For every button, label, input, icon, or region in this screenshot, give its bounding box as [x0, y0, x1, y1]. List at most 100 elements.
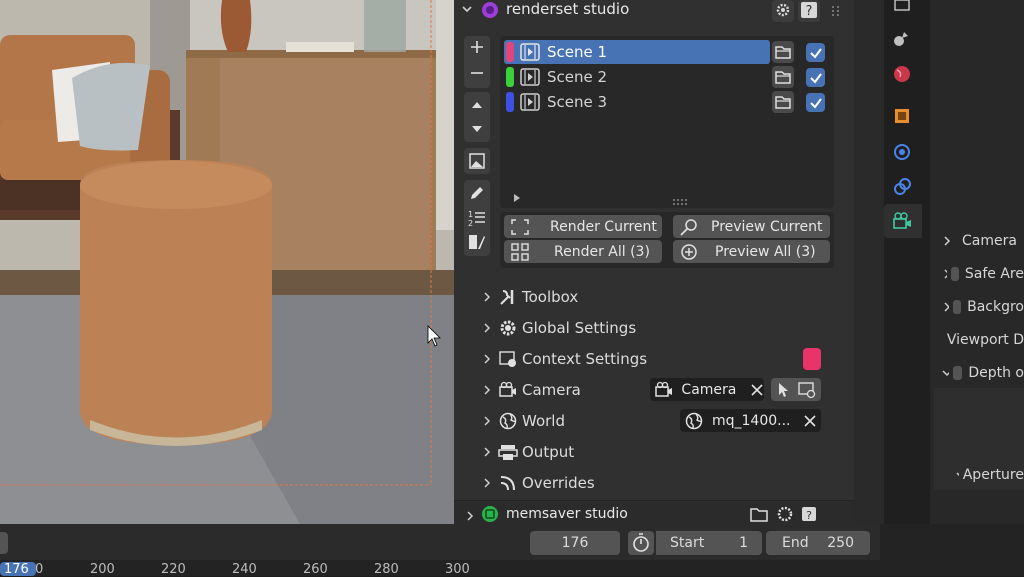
scene-clapper-icon [520, 68, 540, 86]
remove-scene-icon[interactable] [468, 64, 486, 82]
renderset-logo-icon [480, 0, 500, 20]
object-properties-icon[interactable] [892, 106, 912, 126]
scene-folder-icon[interactable] [772, 66, 794, 88]
svg-text:?: ? [806, 4, 813, 19]
section-output[interactable]: Output [480, 441, 574, 463]
camera-object-icon [655, 381, 672, 397]
current-frame-field[interactable]: 176 [530, 531, 620, 555]
render-all-button[interactable]: Render All (3) [504, 240, 662, 263]
chevron-down-icon [942, 369, 950, 376]
chevron-right-icon [484, 416, 491, 426]
checkbox[interactable] [952, 299, 962, 314]
end-value: 250 [827, 535, 854, 551]
printer-output-icon [498, 445, 518, 460]
chevron-right-icon [484, 323, 491, 333]
scene-enabled-checkbox[interactable] [806, 43, 825, 62]
memsaver-help-icon[interactable]: ? [799, 505, 819, 523]
scene-properties-icon[interactable] [892, 28, 912, 48]
brush-icon[interactable] [467, 232, 487, 252]
viewport-scene [0, 0, 454, 524]
camera-field-value: Camera [681, 381, 737, 398]
camera-field[interactable]: Camera [650, 378, 764, 401]
addon-help-icon[interactable]: ? [798, 0, 820, 22]
camera-data-properties-icon[interactable] [892, 211, 912, 231]
timeline-menu-edge[interactable] [0, 532, 8, 554]
section-label: World [522, 412, 565, 430]
list-filter-expand-icon[interactable] [512, 190, 522, 202]
memsaver-gear-icon[interactable] [775, 505, 795, 523]
context-color-swatch[interactable] [803, 348, 821, 370]
preview-all-button[interactable]: Preview All (3) [673, 240, 830, 263]
collapse-chevron-icon[interactable] [460, 2, 476, 18]
scene-folder-icon[interactable] [772, 41, 794, 63]
section-overrides[interactable]: Overrides [480, 472, 595, 494]
zoom-plus-icon [681, 243, 697, 260]
end-frame-field[interactable]: End 250 [766, 531, 870, 555]
scene-color-swatch[interactable] [506, 92, 514, 112]
scene-folder-icon[interactable] [772, 91, 794, 113]
checkbox[interactable] [951, 266, 959, 281]
scene-name[interactable]: Scene 2 [547, 68, 607, 86]
camera-picker-group[interactable] [771, 378, 821, 401]
prop-aperture[interactable]: Aperture [950, 460, 1024, 490]
scene-enabled-checkbox[interactable] [806, 68, 825, 87]
scene-color-swatch[interactable] [506, 42, 514, 62]
start-frame-field[interactable]: Start 1 [656, 531, 762, 555]
clear-camera-icon[interactable] [750, 383, 764, 397]
section-camera[interactable]: Camera [480, 379, 581, 401]
numbered-list-icon[interactable]: 12 [467, 208, 487, 228]
prop-camera[interactable]: Camera [934, 225, 1024, 255]
3d-viewport[interactable] [0, 0, 454, 524]
chevron-right-icon [484, 478, 491, 488]
prop-viewport-display[interactable]: Viewport D [934, 324, 1024, 354]
section-context-settings[interactable]: Context Settings [480, 348, 647, 370]
image-preview-icon[interactable] [464, 148, 490, 174]
scene-color-swatch[interactable] [506, 67, 514, 87]
prop-label: Viewport D [946, 331, 1024, 348]
drag-handle-icon[interactable] [830, 4, 842, 18]
move-down-icon[interactable] [468, 120, 486, 138]
pencil-icon[interactable] [468, 184, 486, 202]
checkbox[interactable] [953, 365, 963, 380]
camera-icon [499, 381, 516, 397]
section-world[interactable]: World [480, 410, 565, 432]
prop-label: Camera [962, 232, 1017, 249]
scene-name[interactable]: Scene 1 [547, 43, 607, 61]
chevron-right-icon [944, 301, 949, 312]
ruler-tick: 200 [90, 562, 115, 577]
stopwatch-icon[interactable] [628, 531, 654, 555]
prop-depth-of-field[interactable]: Depth o [934, 357, 1024, 387]
memsaver-folder-icon[interactable] [749, 505, 769, 523]
chevron-right-icon[interactable] [464, 508, 476, 521]
world-field[interactable]: mq_1400... [680, 409, 821, 432]
physics-properties-icon[interactable] [892, 142, 912, 162]
section-global-settings[interactable]: Global Settings [480, 317, 636, 339]
scene-enabled-checkbox[interactable] [806, 93, 825, 112]
output-properties-icon[interactable] [892, 0, 912, 20]
world-properties-icon[interactable] [892, 64, 912, 84]
panel-scrollbar-area [854, 0, 884, 524]
clear-world-icon[interactable] [803, 414, 817, 428]
preview-current-button[interactable]: Preview Current [673, 215, 830, 238]
start-label: Start [670, 535, 705, 551]
move-up-icon[interactable] [468, 96, 486, 114]
list-resize-handle-icon[interactable] [672, 192, 688, 205]
add-scene-icon[interactable] [468, 38, 486, 56]
prop-background[interactable]: Backgro [934, 291, 1024, 321]
addon-title: renderset studio [506, 0, 630, 18]
scene-clapper-icon [520, 43, 540, 61]
memsaver-title: memsaver studio [506, 506, 628, 522]
ruler-tick: 260 [303, 562, 328, 577]
render-grid-icon [511, 242, 529, 261]
chevron-down-icon [956, 472, 959, 476]
prop-label: Depth o [968, 364, 1024, 381]
section-toolbox[interactable]: Toolbox [480, 286, 578, 308]
prop-safe-areas[interactable]: Safe Are [934, 258, 1024, 288]
chevron-right-icon [484, 385, 491, 395]
constraint-properties-icon[interactable] [892, 177, 912, 197]
current-frame-value: 176 [561, 535, 589, 551]
addon-settings-gear-icon[interactable] [772, 0, 794, 22]
section-label: Global Settings [522, 319, 637, 337]
render-current-button[interactable]: Render Current [504, 215, 662, 238]
scene-name[interactable]: Scene 3 [547, 93, 607, 111]
